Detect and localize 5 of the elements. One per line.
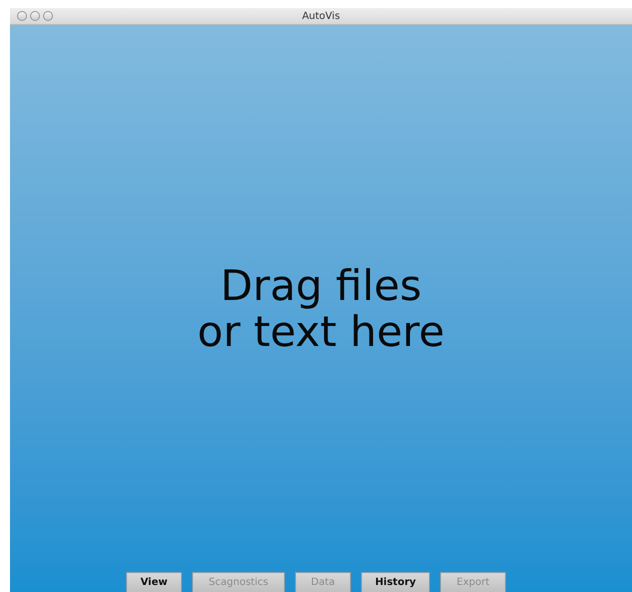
window-title: AutoVis — [302, 10, 340, 24]
drop-prompt: Drag files — [220, 262, 422, 308]
toolbar-button[interactable]: View — [126, 572, 182, 592]
toolbar-button[interactable]: History — [361, 572, 430, 592]
drop-prompt: or text here — [197, 308, 445, 354]
